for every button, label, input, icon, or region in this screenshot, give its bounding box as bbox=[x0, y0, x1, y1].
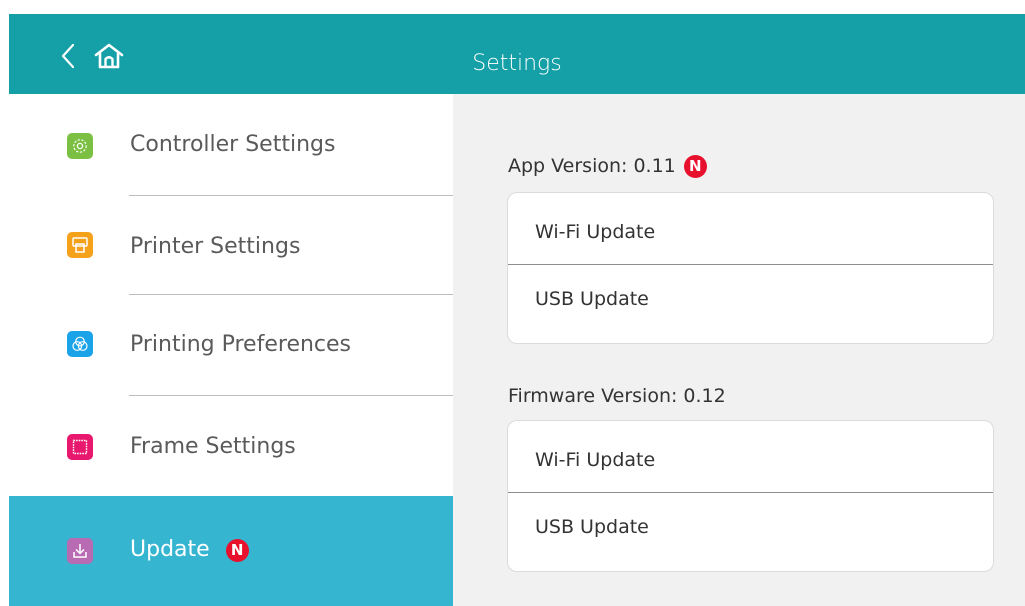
sidebar-item-frame-settings[interactable]: Frame Settings bbox=[9, 396, 453, 496]
app-update-card: Wi-Fi Update USB Update bbox=[507, 192, 994, 344]
update-panel: App Version: 0.11 N Wi-Fi Update USB Upd… bbox=[453, 94, 1025, 606]
firmware-version-label: Firmware Version: 0.12 bbox=[508, 385, 726, 407]
sidebar-item-label: Frame Settings bbox=[130, 434, 296, 459]
sidebar-item-label-group: Update N bbox=[130, 536, 249, 564]
frame-icon bbox=[67, 434, 93, 460]
app-usb-update-button[interactable]: USB Update bbox=[508, 265, 993, 340]
firmware-update-card: Wi-Fi Update USB Update bbox=[507, 420, 994, 572]
settings-screen: Settings Controller Settings Printer Set… bbox=[0, 0, 1025, 606]
printer-icon bbox=[67, 232, 93, 258]
sidebar-item-label: Update bbox=[130, 537, 210, 562]
sidebar-item-printer-settings[interactable]: Printer Settings bbox=[9, 196, 453, 296]
row-label: Wi-Fi Update bbox=[535, 449, 656, 471]
app-wifi-update-button[interactable]: Wi-Fi Update bbox=[508, 193, 993, 268]
row-label: Wi-Fi Update bbox=[535, 221, 656, 243]
color-circles-icon bbox=[67, 331, 93, 357]
sidebar-item-label: Printer Settings bbox=[130, 234, 301, 259]
firmware-wifi-update-button[interactable]: Wi-Fi Update bbox=[508, 421, 993, 496]
sidebar-item-update[interactable]: Update N bbox=[9, 496, 453, 606]
new-badge: N bbox=[683, 154, 707, 178]
sidebar-item-controller-settings[interactable]: Controller Settings bbox=[9, 94, 453, 194]
app-version-label: App Version: 0.11 bbox=[508, 155, 676, 177]
page-title: Settings bbox=[472, 51, 562, 76]
sidebar-item-printing-preferences[interactable]: Printing Preferences bbox=[9, 295, 453, 395]
row-label: USB Update bbox=[535, 288, 649, 310]
download-icon bbox=[67, 538, 93, 564]
sidebar: Controller Settings Printer Settings Pri… bbox=[9, 94, 453, 606]
firmware-version-title: Firmware Version: 0.12 bbox=[508, 384, 726, 408]
row-label: USB Update bbox=[535, 516, 649, 538]
sidebar-item-label: Controller Settings bbox=[130, 132, 336, 157]
new-badge: N bbox=[225, 538, 249, 562]
app-version-title: App Version: 0.11 N bbox=[508, 154, 707, 178]
sidebar-item-label: Printing Preferences bbox=[130, 332, 352, 357]
gear-icon bbox=[67, 133, 93, 159]
firmware-usb-update-button[interactable]: USB Update bbox=[508, 493, 993, 568]
header-bar: Settings bbox=[9, 14, 1025, 94]
